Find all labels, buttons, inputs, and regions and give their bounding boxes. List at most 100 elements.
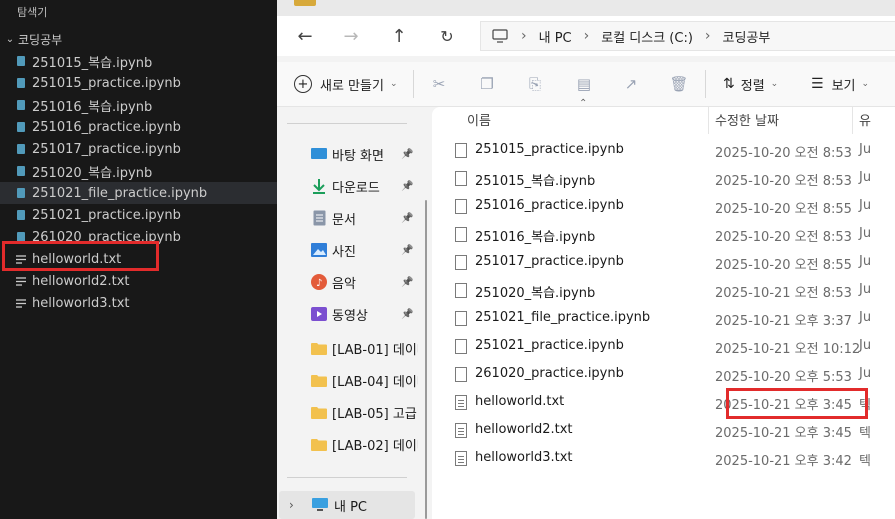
nav-folder-item[interactable]: [LAB-01] 데이터: [277, 335, 418, 361]
file-row[interactable]: 251015_복습.ipynb 2025-10-20 오전 8:53 Ju: [432, 165, 895, 193]
file-tree-item[interactable]: 251015_복습.ipynb: [0, 50, 277, 72]
new-button[interactable]: + 새로 만들기 ⌄: [294, 74, 397, 94]
highlight-box: [726, 388, 868, 419]
file-modified-date: 2025-10-20 오전 8:55: [715, 258, 852, 273]
nav-item[interactable]: 동영상 📌: [277, 301, 415, 327]
file-name: 251015_복습.ipynb: [475, 174, 596, 189]
file-type: 텍: [859, 454, 871, 469]
file-tree-item[interactable]: 251016_복습.ipynb: [0, 94, 277, 116]
file-type: Ju: [859, 142, 872, 157]
column-header-modified[interactable]: 수정한 날짜: [715, 110, 779, 130]
paste-icon[interactable]: ⎘: [525, 74, 545, 94]
file-tree-item[interactable]: 251020_복습.ipynb: [0, 160, 277, 182]
breadcrumb-item[interactable]: 코딩공부: [723, 27, 771, 46]
nav-folder-item[interactable]: [LAB-05] 고급 데: [277, 399, 418, 425]
file-modified-date: 2025-10-20 오전 8:55: [715, 202, 852, 217]
file-type: Ju: [859, 170, 872, 185]
back-arrow-icon[interactable]: ←: [293, 24, 317, 48]
file-modified-date: 2025-10-21 오후 3:37: [715, 314, 852, 329]
view-list-icon: ☰: [811, 76, 824, 92]
videos-icon: [311, 306, 327, 322]
file-tree-item[interactable]: 251016_practice.ipynb: [0, 116, 277, 138]
file-modified-date: 2025-10-21 오전 8:53: [715, 286, 852, 301]
folder-icon: [311, 436, 327, 452]
up-arrow-icon[interactable]: ↑: [387, 24, 411, 48]
file-row[interactable]: 251016_복습.ipynb 2025-10-20 오전 8:53 Ju: [432, 221, 895, 249]
text-file-icon: [13, 273, 29, 289]
breadcrumb[interactable]: › 내 PC › 로컬 디스크 (C:) › 코딩공부: [480, 21, 895, 51]
chevron-down-icon: ⌄: [389, 79, 398, 89]
file-name: 251021_file_practice.ipynb: [475, 310, 651, 325]
sort-button[interactable]: ⇅ 정렬 ⌄: [723, 74, 778, 94]
forward-arrow-icon[interactable]: →: [339, 24, 363, 48]
nav-item-label: [LAB-01] 데이터: [332, 342, 418, 358]
nav-item-label: [LAB-04] 데이터: [332, 374, 418, 390]
file-row[interactable]: helloworld2.txt 2025-10-21 오후 3:45 텍: [432, 417, 895, 445]
rename-icon[interactable]: ▤: [574, 74, 594, 94]
sort-button-label: 정렬: [740, 78, 765, 94]
cut-icon[interactable]: ✂: [429, 74, 449, 94]
view-button[interactable]: ☰ 보기 ⌄: [811, 74, 869, 94]
folder-name: 코딩공부: [18, 32, 63, 47]
text-file-icon: [13, 295, 29, 311]
file-row[interactable]: 261020_practice.ipynb 2025-10-20 오후 5:53 J…: [432, 361, 895, 389]
notebook-icon: [13, 97, 29, 113]
share-icon[interactable]: ↗: [621, 74, 641, 94]
nav-folder-item[interactable]: [LAB-02] 데이터: [277, 431, 418, 457]
file-tree-item-label: 251021_practice.ipynb: [32, 207, 181, 223]
file-modified-date: 2025-10-20 오전 8:53: [715, 174, 852, 189]
new-button-label: 새로 만들기: [320, 78, 384, 94]
highlight-box: [2, 241, 159, 271]
breadcrumb-item[interactable]: 로컬 디스크 (C:): [601, 27, 693, 46]
chevron-right-icon: ›: [704, 28, 711, 44]
pin-icon: 📌: [401, 308, 414, 320]
delete-icon[interactable]: 🗑: [669, 74, 689, 94]
file-tree-item[interactable]: helloworld2.txt: [0, 270, 277, 292]
file-tree-item-label: 251016_practice.ipynb: [32, 119, 181, 135]
file-tree-item[interactable]: 251017_practice.ipynb: [0, 138, 277, 160]
pin-icon: 📌: [401, 180, 414, 192]
scrollbar[interactable]: [425, 200, 427, 519]
column-header-name[interactable]: 이름: [467, 110, 491, 130]
nav-item[interactable]: 다운로드 📌: [277, 173, 415, 199]
file-tree-item[interactable]: helloworld3.txt: [0, 292, 277, 314]
file-icon: [455, 339, 467, 354]
nav-folder-item[interactable]: [LAB-04] 데이터: [277, 367, 418, 393]
file-row[interactable]: 251021_file_practice.ipynb 2025-10-21 오후 …: [432, 305, 895, 333]
file-row[interactable]: 251020_복습.ipynb 2025-10-21 오전 8:53 Ju: [432, 277, 895, 305]
file-type: Ju: [859, 254, 872, 269]
chevron-down-icon: ⌄: [861, 79, 870, 89]
file-tree-item-label: 251020_복습.ipynb: [32, 165, 153, 181]
file-row[interactable]: 251016_practice.ipynb 2025-10-20 오전 8:55 J…: [432, 193, 895, 221]
file-explorer-window: ← → ↑ ↻ › 내 PC › 로컬 디스크 (C:) › 코딩공부 + 새로…: [277, 0, 895, 519]
nav-item-this-pc[interactable]: › 내 PC: [279, 491, 415, 519]
file-row[interactable]: 251017_practice.ipynb 2025-10-20 오전 8:55 J…: [432, 249, 895, 277]
column-header-type[interactable]: 유: [859, 110, 871, 130]
file-row[interactable]: helloworld3.txt 2025-10-21 오후 3:42 텍: [432, 445, 895, 473]
file-row[interactable]: 251021_practice.ipynb 2025-10-21 오전 10:12…: [432, 333, 895, 361]
file-modified-date: 2025-10-21 오후 3:42: [715, 454, 852, 469]
breadcrumb-item[interactable]: 내 PC: [539, 27, 572, 46]
column-divider[interactable]: [708, 106, 709, 134]
file-type: Ju: [859, 366, 872, 381]
nav-item[interactable]: 사진 📌: [277, 237, 415, 263]
folder-header[interactable]: ⌄ 코딩공부: [0, 28, 277, 50]
notebook-icon: [13, 119, 29, 135]
nav-item[interactable]: 문서 📌: [277, 205, 415, 231]
file-row[interactable]: 251015_practice.ipynb 2025-10-20 오전 8:53 J…: [432, 137, 895, 165]
file-tree-item[interactable]: 251021_practice.ipynb: [0, 204, 277, 226]
copy-icon[interactable]: ❐: [477, 74, 497, 94]
nav-item[interactable]: ♪ 음악 📌: [277, 269, 415, 295]
file-tree-item[interactable]: 251021_file_practice.ipynb: [0, 182, 277, 204]
file-modified-date: 2025-10-20 오전 8:53: [715, 146, 852, 161]
file-modified-date: 2025-10-20 오전 8:53: [715, 230, 852, 245]
text-file-icon: [455, 423, 467, 438]
file-tree-item[interactable]: 251015_practice.ipynb: [0, 72, 277, 94]
folder-icon: [311, 340, 327, 356]
column-divider[interactable]: [852, 106, 853, 134]
divider: [413, 70, 414, 98]
nav-item[interactable]: 바탕 화면 📌: [277, 141, 415, 167]
refresh-icon[interactable]: ↻: [435, 24, 459, 48]
chevron-down-icon: ⌄: [5, 33, 15, 45]
sort-icon: ⇅: [723, 76, 735, 92]
